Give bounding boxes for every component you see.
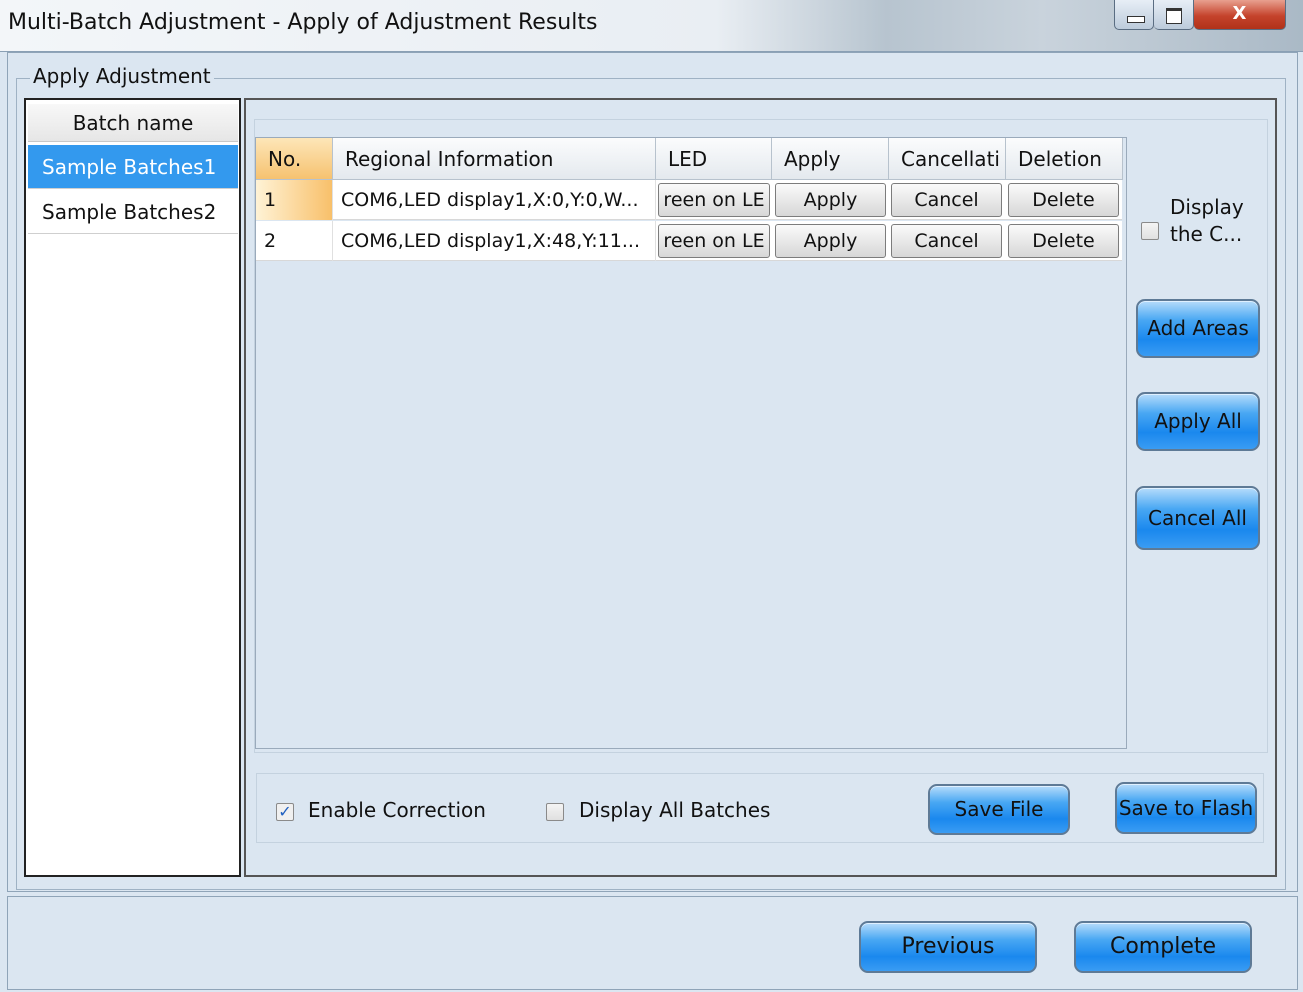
group-label: Apply Adjustment: [30, 64, 214, 88]
column-header-no[interactable]: No.: [256, 138, 333, 180]
save-to-flash-button[interactable]: Save to Flash: [1115, 782, 1257, 834]
row-number: 2: [256, 221, 333, 261]
column-header-deletion[interactable]: Deletion: [1006, 138, 1123, 180]
close-button[interactable]: X: [1194, 0, 1286, 30]
column-header-regional-information[interactable]: Regional Information: [333, 138, 656, 180]
enable-correction-checkbox[interactable]: ✓: [276, 803, 294, 821]
batch-item-sample-batches1[interactable]: Sample Batches1: [28, 145, 238, 189]
display-all-batches-checkbox[interactable]: [546, 803, 564, 821]
led-button[interactable]: reen on LE: [658, 183, 770, 217]
checkmark-icon: ✓: [278, 802, 292, 821]
cancel-button[interactable]: Cancel: [891, 183, 1002, 217]
minimize-icon: [1127, 16, 1145, 23]
save-file-button[interactable]: Save File: [928, 784, 1070, 835]
enable-correction-label: Enable Correction: [308, 798, 486, 822]
column-header-led[interactable]: LED: [656, 138, 772, 180]
cancel-button[interactable]: Cancel: [891, 224, 1002, 258]
display-label-line2: the C...: [1170, 222, 1243, 246]
led-button[interactable]: reen on LE: [658, 224, 770, 258]
maximize-button[interactable]: [1154, 0, 1194, 30]
apply-button[interactable]: Apply: [775, 183, 886, 217]
add-areas-button[interactable]: Add Areas: [1136, 299, 1260, 358]
column-header-apply[interactable]: Apply: [772, 138, 889, 180]
column-header-cancellation[interactable]: Cancellati: [889, 138, 1006, 180]
delete-button[interactable]: Delete: [1008, 183, 1119, 217]
display-checkbox-label: Display the C...: [1170, 194, 1260, 248]
apply-all-button[interactable]: Apply All: [1136, 392, 1260, 451]
batch-item-sample-batches2[interactable]: Sample Batches2: [28, 190, 238, 234]
display-checkbox[interactable]: [1141, 222, 1159, 240]
regional-information-cell: COM6,LED display1,X:0,Y:0,W...: [333, 180, 656, 220]
batch-list-header: Batch name: [28, 104, 238, 142]
complete-button[interactable]: Complete: [1074, 921, 1252, 973]
previous-button[interactable]: Previous: [859, 921, 1037, 973]
maximize-icon: [1166, 8, 1182, 24]
minimize-button[interactable]: [1114, 0, 1154, 30]
row-number: 1: [256, 180, 333, 220]
apply-button[interactable]: Apply: [775, 224, 886, 258]
display-all-batches-label: Display All Batches: [579, 798, 771, 822]
close-icon: X: [1232, 3, 1247, 24]
delete-button[interactable]: Delete: [1008, 224, 1119, 258]
regional-information-cell: COM6,LED display1,X:48,Y:11...: [333, 221, 656, 261]
cancel-all-button[interactable]: Cancel All: [1135, 486, 1260, 550]
window-title: Multi-Batch Adjustment - Apply of Adjust…: [8, 10, 598, 35]
display-label-line1: Display: [1170, 195, 1244, 219]
